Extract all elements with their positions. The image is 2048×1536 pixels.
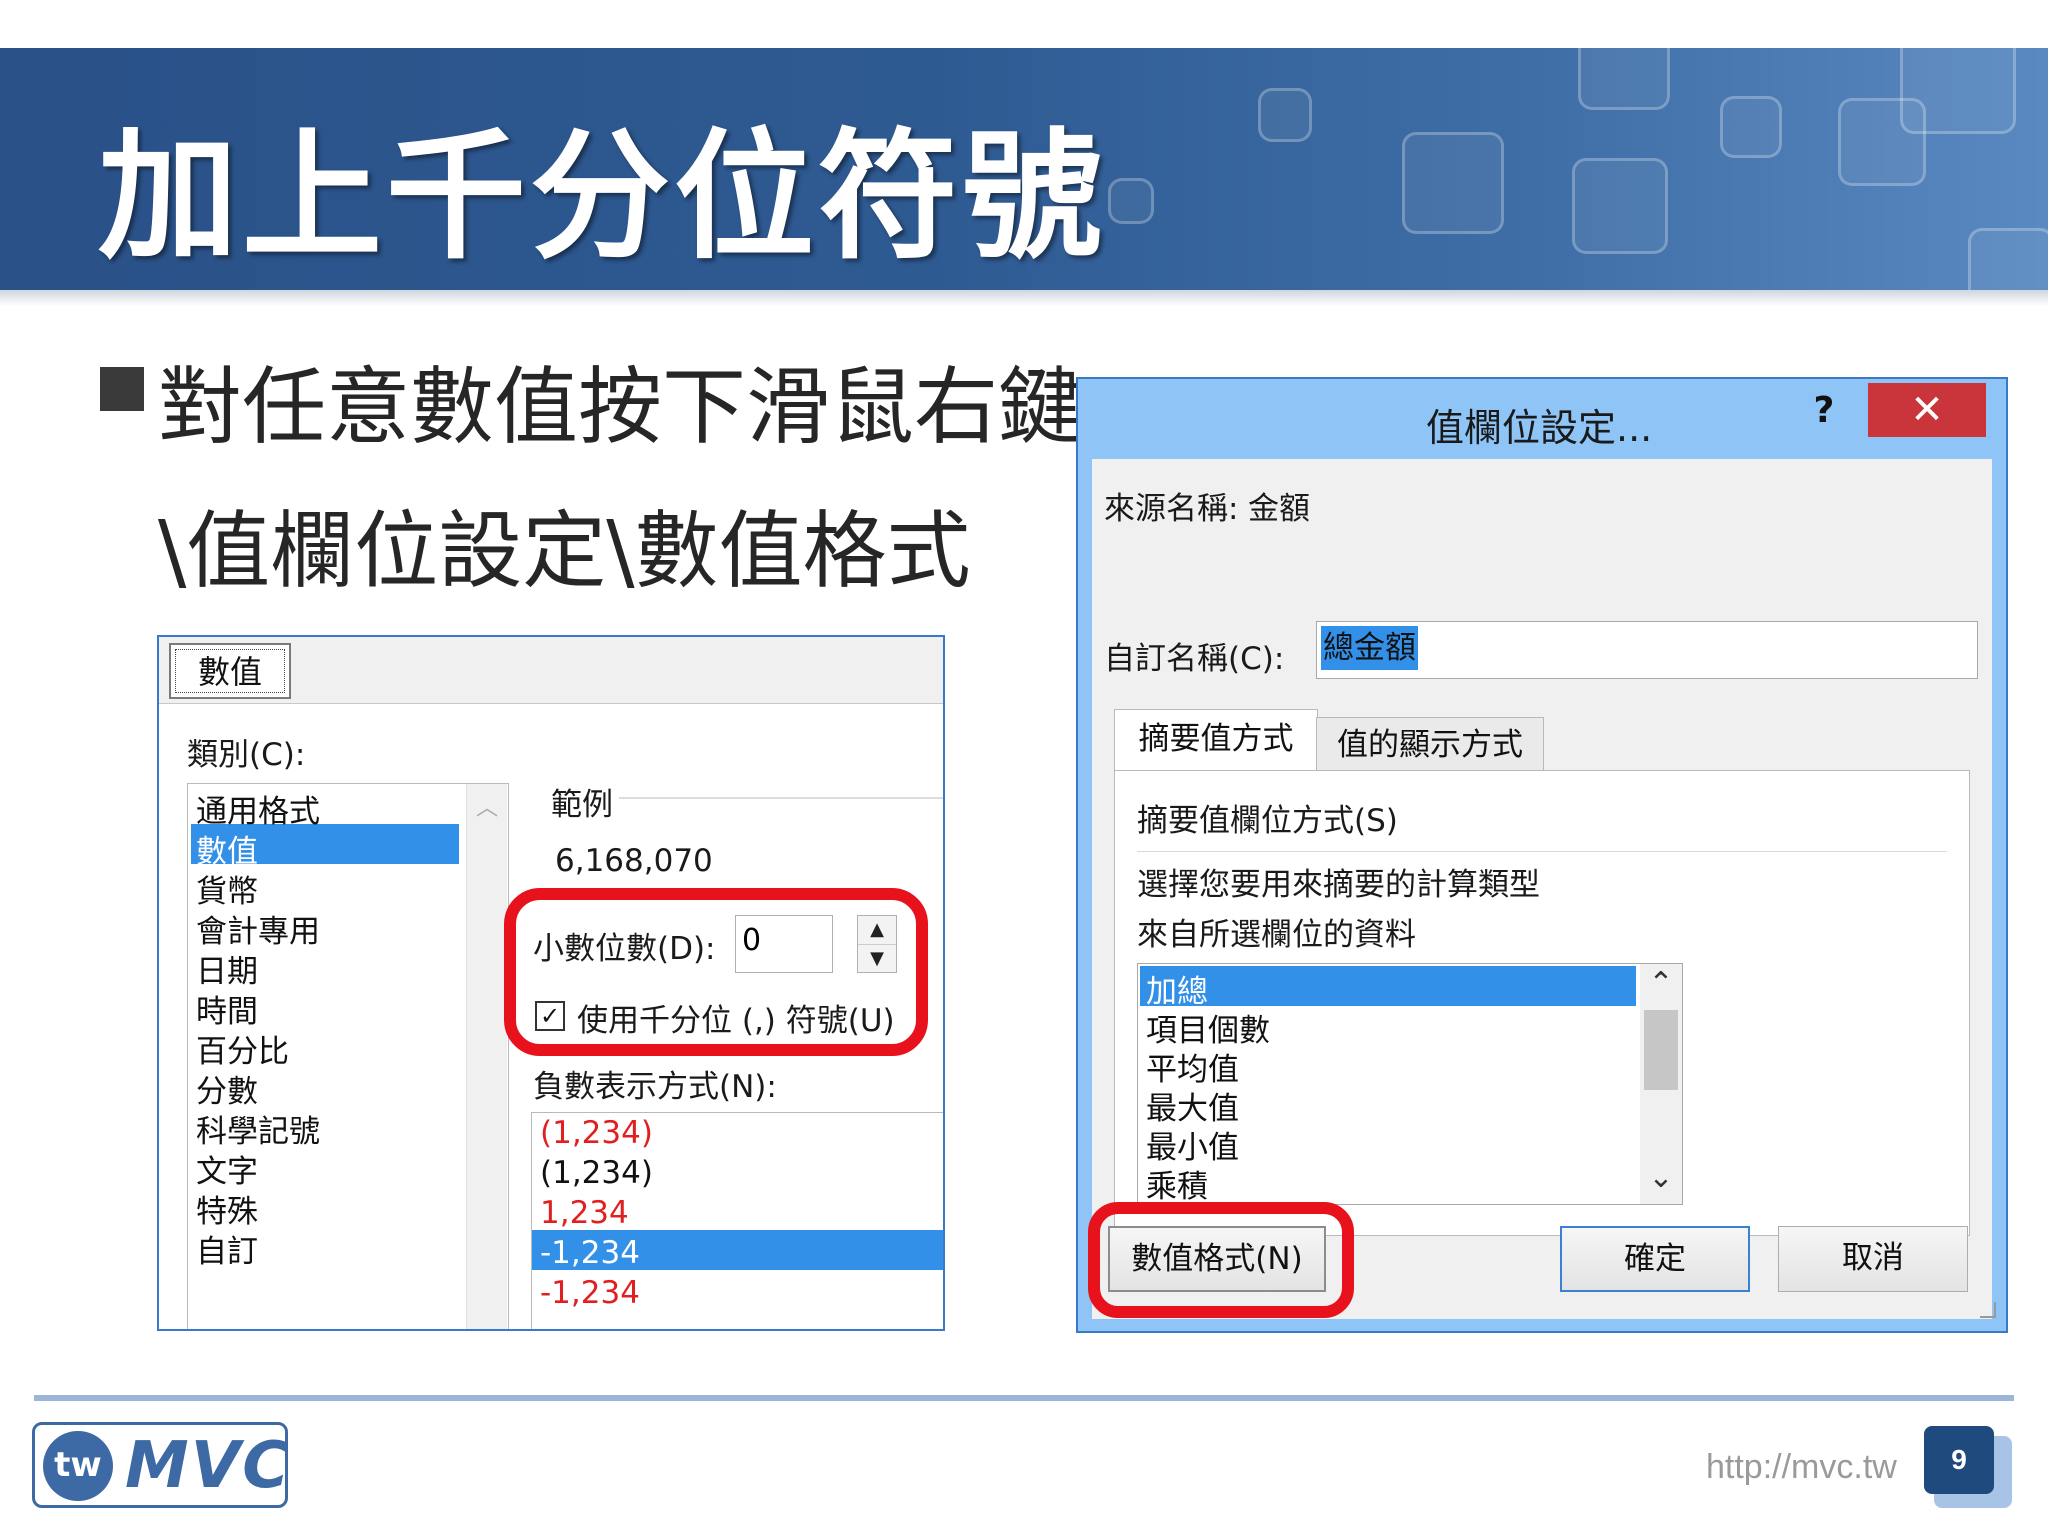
footer-url[interactable]: http://mvc.tw: [1706, 1448, 1897, 1487]
summary-function-list[interactable]: 加總 項目個數 平均值 最大值 最小值 乘積 ⌃ ⌄: [1137, 963, 1683, 1205]
custom-name-input[interactable]: 總金額: [1316, 621, 1978, 679]
dialog-titlebar: 值欄位設定... ? ✕: [1078, 379, 2006, 457]
decor-square: [1572, 158, 1668, 254]
title-banner: 加上千分位符號: [0, 48, 2048, 290]
slide-title: 加上千分位符號: [98, 116, 1107, 279]
negative-numbers-label: 負數表示方式(N):: [533, 1069, 777, 1105]
summary-function-item[interactable]: 乘積: [1146, 1161, 1208, 1206]
tab-show-values-as[interactable]: 值的顯示方式: [1316, 717, 1544, 773]
summarize-heading: 摘要值欄位方式(S): [1137, 803, 1398, 839]
source-name-label: 來源名稱:: [1104, 491, 1239, 527]
category-item[interactable]: 分數: [196, 1066, 258, 1111]
ok-button[interactable]: 確定: [1560, 1226, 1750, 1292]
summarize-panel: 摘要值欄位方式(S) 選擇您要用來摘要的計算類型 來自所選欄位的資料 加總 項目個…: [1114, 770, 1970, 1236]
scroll-thumb[interactable]: [1644, 1010, 1678, 1090]
sample-group-border: [619, 797, 943, 799]
highlight-number-format-box: [1088, 1202, 1354, 1318]
highlight-thousands-box: [504, 888, 928, 1056]
value-field-settings-dialog: 值欄位設定... ? ✕ 來源名稱: 金額 自訂名稱(C): 總金額 摘要值方式…: [1076, 377, 2008, 1333]
negative-format-list[interactable]: (1,234) (1,234) 1,234 -1,234 -1,234: [531, 1112, 943, 1329]
custom-name-selected-text: 總金額: [1321, 626, 1418, 670]
sample-label: 範例: [551, 787, 613, 823]
decor-square: [1968, 228, 2048, 290]
category-list[interactable]: 通用格式 數值 貨幣 會計專用 日期 時間 百分比 分數 科學記號 文字 特殊 自訂 ︿: [187, 783, 509, 1329]
bullet-text-line1: 對任意數值按下滑鼠右鍵: [158, 358, 1083, 456]
category-item[interactable]: 文字: [196, 1146, 258, 1191]
negative-format-item[interactable]: -1,234: [540, 1235, 640, 1271]
page-number: 9: [1924, 1426, 1994, 1494]
negative-format-item[interactable]: -1,234: [540, 1275, 640, 1311]
banner-shadow: [0, 290, 2048, 306]
logo-circle-icon: tw: [43, 1431, 113, 1501]
footer-divider: [34, 1395, 2014, 1401]
category-item[interactable]: 通用格式: [196, 786, 320, 831]
dialog-body: 來源名稱: 金額 自訂名稱(C): 總金額 摘要值方式 值的顯示方式 摘要值欄位…: [1092, 459, 1992, 1319]
category-item[interactable]: 會計專用: [196, 906, 320, 951]
decor-square: [1258, 88, 1312, 142]
scroll-up-icon[interactable]: ︿: [467, 790, 507, 822]
category-item[interactable]: 特殊: [196, 1186, 258, 1231]
tab-summarize-by[interactable]: 摘要值方式: [1114, 709, 1318, 772]
tab-number-label: 數值: [175, 649, 285, 693]
summarize-description-2: 來自所選欄位的資料: [1137, 917, 1416, 953]
category-item[interactable]: 貨幣: [196, 866, 258, 911]
source-name-value: 金額: [1248, 491, 1310, 527]
format-tab-bar: 數值: [159, 637, 943, 704]
decor-square: [1900, 48, 2016, 134]
category-item[interactable]: 日期: [196, 946, 258, 991]
category-item[interactable]: 自訂: [196, 1226, 258, 1271]
close-button[interactable]: ✕: [1868, 383, 1986, 437]
bullet-text-line2: \值欄位設定\數值格式: [158, 502, 971, 600]
summarize-description-1: 選擇您要用來摘要的計算類型: [1137, 867, 1540, 903]
bullet-square-icon: [100, 367, 144, 411]
help-button[interactable]: ?: [1806, 385, 1842, 437]
tab-number[interactable]: 數值: [169, 643, 291, 699]
category-item[interactable]: 百分比: [196, 1026, 289, 1071]
scroll-down-icon[interactable]: ⌄: [1640, 1160, 1682, 1195]
mvc-logo: tw MVC: [32, 1422, 288, 1508]
negative-format-item[interactable]: (1,234): [540, 1115, 653, 1151]
resize-grip-icon[interactable]: [1980, 1302, 1996, 1318]
sample-value: 6,168,070: [555, 843, 713, 879]
negative-format-item[interactable]: (1,234): [540, 1155, 653, 1191]
function-selection-highlight: [1140, 966, 1636, 1006]
cancel-button[interactable]: 取消: [1778, 1226, 1968, 1292]
logo-prefix: tw: [54, 1445, 102, 1485]
negative-format-item[interactable]: 1,234: [540, 1195, 629, 1231]
logo-text: MVC: [125, 1429, 288, 1503]
category-item[interactable]: 數值: [196, 826, 258, 871]
scroll-up-icon[interactable]: ⌃: [1640, 966, 1682, 1001]
dialog-title: 值欄位設定...: [1426, 406, 1653, 450]
custom-name-label: 自訂名稱(C):: [1104, 641, 1285, 677]
function-scrollbar[interactable]: ⌃ ⌄: [1640, 964, 1682, 1204]
decor-square: [1578, 48, 1670, 110]
decor-square: [1720, 96, 1782, 158]
category-scrollbar[interactable]: ︿: [466, 784, 507, 1329]
category-label: 類別(C):: [187, 737, 306, 773]
category-item[interactable]: 科學記號: [196, 1106, 320, 1151]
panel-separator: [1137, 851, 1947, 852]
decor-square: [1108, 178, 1154, 224]
category-item[interactable]: 時間: [196, 986, 258, 1031]
decor-square: [1402, 132, 1504, 234]
